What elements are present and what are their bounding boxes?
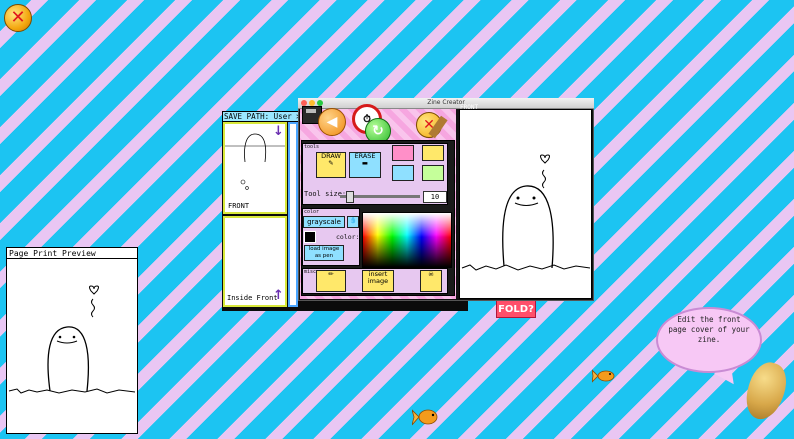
misc-section-label: misc [304, 269, 317, 275]
save-path[interactable]: SAVE PATH: User > De [222, 111, 302, 122]
down-arrow-icon: ↓ [273, 124, 284, 139]
goldfish-icon [412, 409, 438, 426]
window-titlebar: Zine Creator [298, 98, 594, 109]
tools-section-label: tools [304, 144, 320, 150]
up-arrow-icon: ↑ [273, 288, 284, 303]
print-preview-label: Page Print Preview [6, 247, 138, 258]
color-section-label: color [304, 209, 320, 215]
pencil-icon: ✎ [328, 159, 334, 167]
fold-button[interactable]: FOLD? [496, 300, 536, 318]
brush-option-1[interactable] [392, 145, 414, 161]
color-picker[interactable] [362, 212, 452, 268]
preview-drawing [8, 285, 136, 394]
page-label-front: FRONT [228, 202, 250, 210]
tool-size-slider[interactable] [340, 191, 420, 203]
erase-tool-button[interactable]: ERASE ▬ [349, 152, 381, 178]
goldfish-icon [592, 369, 615, 383]
current-color-swatch[interactable] [304, 231, 316, 243]
dropper-icon[interactable]: 💧 [347, 216, 359, 228]
paint-tool-button[interactable]: ✏ [316, 270, 346, 292]
brush-option-3[interactable] [392, 165, 414, 181]
peanut-mascot[interactable] [739, 357, 793, 425]
skull-icon[interactable]: ☠ [420, 270, 442, 292]
page-thumb-inside-front[interactable]: Inside Front ↑ [223, 216, 287, 307]
grayscale-button[interactable]: grayscale [303, 216, 345, 228]
eraser-icon: ▬ [361, 159, 369, 167]
page-label-inside-front: Inside Front [227, 294, 278, 302]
back-arrow-icon[interactable]: ◀ [318, 108, 346, 136]
help-tooltip: Edit the front page cover of your zine. [656, 307, 762, 373]
close-icon: ✕ [10, 7, 26, 28]
print-preview [6, 258, 138, 434]
tool-size-value[interactable]: 10 [423, 191, 447, 203]
app-close-button[interactable]: ✕ [4, 4, 32, 32]
insert-image-button[interactable]: insert image [362, 270, 394, 292]
page-strip [288, 122, 298, 307]
brush-option-4[interactable] [422, 165, 444, 181]
color-label: color: [336, 233, 360, 241]
page-thumb-front[interactable]: FRONT ↓ [223, 122, 287, 214]
brush-option-2[interactable] [422, 145, 444, 161]
pen-texture-button[interactable]: load image as pen texture [304, 245, 344, 261]
draw-tool-button[interactable]: DRAW ✎ [316, 152, 346, 178]
canvas-drawing [461, 154, 591, 271]
drawing-canvas[interactable] [459, 109, 592, 299]
slider-handle[interactable] [346, 191, 354, 203]
